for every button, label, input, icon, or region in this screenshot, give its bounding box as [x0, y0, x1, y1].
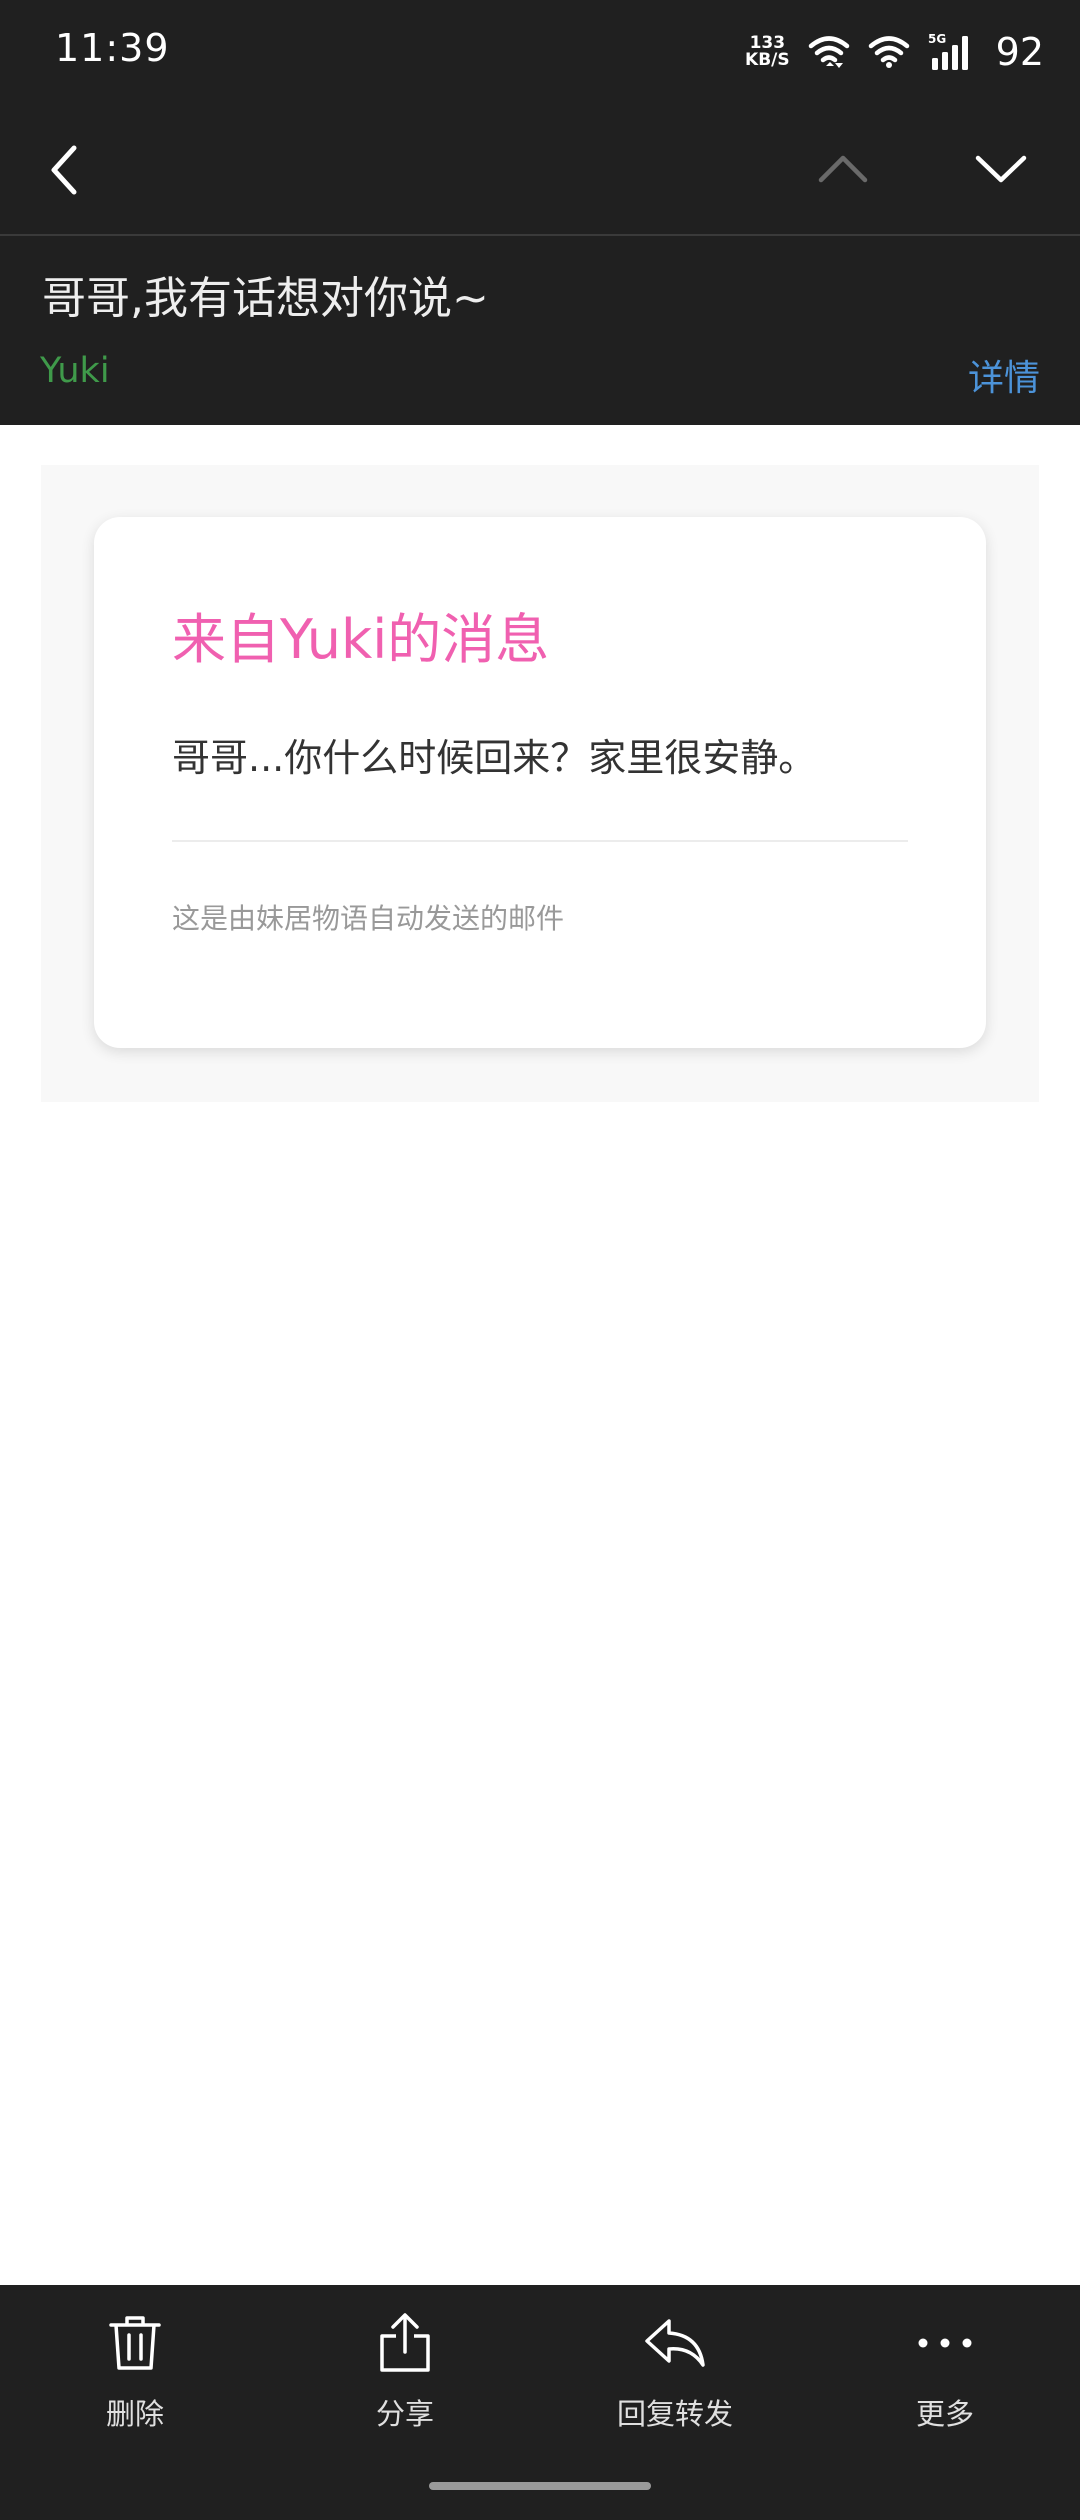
chevron-down-icon	[975, 155, 1027, 183]
trash-icon	[103, 2311, 167, 2375]
chevron-up-icon	[818, 155, 868, 183]
chevron-left-icon	[51, 145, 77, 195]
battery-level: 92	[995, 30, 1044, 74]
more-label: 更多	[915, 2397, 974, 2431]
status-icons: 133 KB/S 5G 92	[745, 28, 1044, 76]
message-body: 哥哥...你什么时候回来？家里很安静。	[172, 736, 817, 780]
next-mail-button[interactable]	[972, 148, 1030, 188]
bottom-toolbar: 删除 分享 回复转发 更多	[0, 2285, 1080, 2520]
home-indicator[interactable]	[429, 2482, 651, 2490]
delete-label: 删除	[105, 2397, 164, 2431]
network-type-label: 5G	[928, 32, 946, 46]
mail-subject: 哥哥,我有话想对你说~	[42, 273, 489, 324]
network-speed: 133 KB/S	[745, 35, 790, 69]
header-divider	[0, 234, 1080, 236]
details-link[interactable]: 详情	[968, 349, 1040, 401]
wifi-icon	[808, 34, 850, 70]
reply-forward-label: 回复转发	[616, 2397, 733, 2431]
wifi-secondary-icon	[868, 34, 910, 70]
mail-nav-bar	[0, 104, 1080, 234]
more-dots-icon	[913, 2311, 977, 2375]
message-footer: 这是由妹居物语自动发送的邮件	[172, 902, 565, 935]
cellular-signal-icon: 5G	[928, 32, 974, 72]
network-speed-unit: KB/S	[745, 50, 790, 70]
message-title: 来自Yuki的消息	[172, 608, 550, 671]
share-label: 分享	[375, 2397, 434, 2431]
mail-sender[interactable]: Yuki	[40, 351, 110, 391]
more-button[interactable]: 更多	[845, 2311, 1045, 2461]
share-icon	[373, 2311, 437, 2375]
back-button[interactable]	[40, 140, 90, 200]
reply-icon	[643, 2311, 707, 2375]
previous-mail-button[interactable]	[815, 148, 871, 188]
share-button[interactable]: 分享	[305, 2311, 505, 2461]
status-time: 11:39	[55, 26, 170, 70]
reply-forward-button[interactable]: 回复转发	[575, 2311, 775, 2461]
message-divider	[172, 840, 908, 842]
status-bar: 11:39 133 KB/S 5G 92	[0, 0, 1080, 104]
delete-button[interactable]: 删除	[35, 2311, 235, 2461]
message-card: 来自Yuki的消息 哥哥...你什么时候回来？家里很安静。 这是由妹居物语自动发…	[94, 517, 986, 1048]
